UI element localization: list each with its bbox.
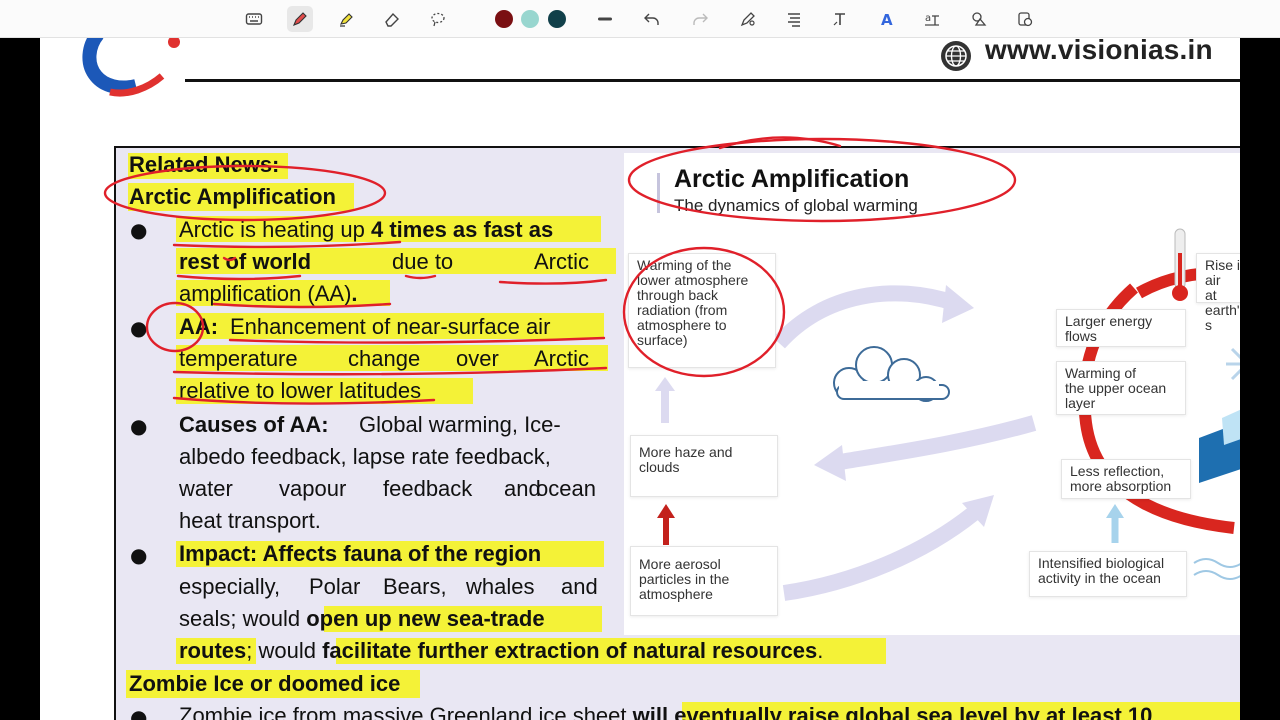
text-tool-icon[interactable]	[827, 6, 853, 32]
shapes-icon[interactable]	[966, 6, 992, 32]
handwriting-icon[interactable]: A	[873, 6, 899, 32]
app-window: A a www.visionias.in Related News: Arcti…	[0, 0, 1280, 720]
pen-annotations	[103, 136, 1017, 405]
eraser-icon[interactable]	[379, 6, 405, 32]
annotation-toolbar: A a	[0, 0, 1280, 38]
color-swatch-mint[interactable]	[521, 10, 539, 28]
line-weight-icon[interactable]	[592, 6, 618, 32]
highlighter-icon[interactable]	[333, 6, 359, 32]
document-canvas[interactable]: www.visionias.in Related News: Arctic Am…	[40, 0, 1240, 720]
pen-settings-icon[interactable]	[735, 6, 761, 32]
pen-icon[interactable]	[287, 6, 313, 32]
color-swatch-dark-red[interactable]	[495, 10, 513, 28]
undo-icon[interactable]	[639, 6, 665, 32]
text-format-icon[interactable]	[781, 6, 807, 32]
svg-text:a: a	[925, 13, 931, 24]
keyboard-icon[interactable]	[241, 6, 267, 32]
redo-icon[interactable]	[687, 6, 713, 32]
video-pillarbox	[1240, 38, 1280, 720]
stamp-icon[interactable]	[1012, 6, 1038, 32]
translate-icon[interactable]: a	[919, 6, 945, 32]
color-swatch-dark-teal[interactable]	[548, 10, 566, 28]
lasso-icon[interactable]	[425, 6, 451, 32]
svg-text:A: A	[881, 11, 893, 28]
